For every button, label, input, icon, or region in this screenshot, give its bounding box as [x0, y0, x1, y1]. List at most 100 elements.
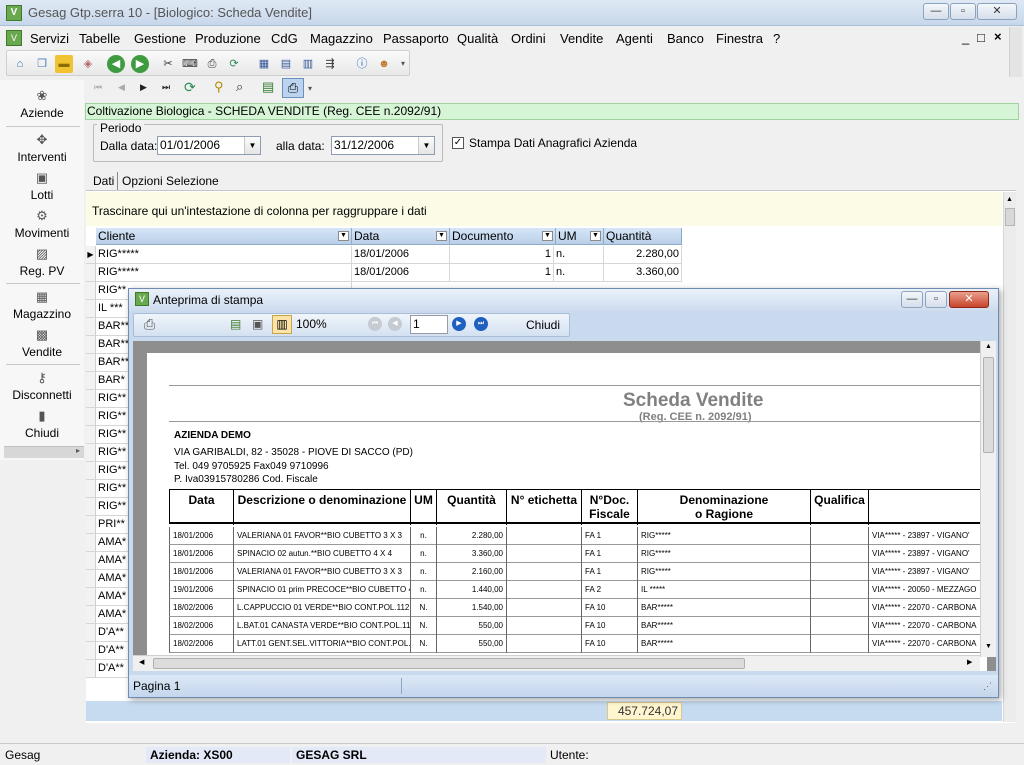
- scroll-up-icon[interactable]: ▲: [985, 343, 992, 350]
- sidebar-item-lotti[interactable]: ▣ Lotti: [0, 170, 84, 202]
- menu-produzione[interactable]: Produzione: [195, 31, 261, 46]
- page-number-input[interactable]: 1: [410, 315, 448, 334]
- menu-tabelle[interactable]: Tabelle: [79, 31, 120, 46]
- chevron-down-icon[interactable]: ▼: [590, 231, 601, 241]
- row-indicator[interactable]: [86, 300, 96, 318]
- zoom-level[interactable]: 100%: [296, 317, 327, 331]
- row-indicator[interactable]: [86, 318, 96, 336]
- tab-opzioni-selezione[interactable]: Opzioni Selezione: [122, 174, 219, 188]
- next-record-icon[interactable]: ▶: [140, 82, 147, 93]
- scroll-thumb[interactable]: [983, 357, 994, 453]
- menu-passaporto[interactable]: Passaporto: [383, 31, 449, 46]
- column-header-cliente[interactable]: Cliente ▼: [96, 228, 352, 245]
- chevron-down-icon[interactable]: ▼: [436, 231, 447, 241]
- sidebar-item-chiudi[interactable]: ▮ Chiudi: [0, 408, 84, 440]
- print-preview-icon[interactable]: ⎙: [282, 78, 304, 98]
- scroll-down-icon[interactable]: ▼: [985, 643, 992, 650]
- calendar-icon[interactable]: ▦: [255, 55, 273, 73]
- scroll-up-icon[interactable]: ▲: [1006, 196, 1013, 203]
- grid-scrollbar[interactable]: ▲: [1003, 192, 1016, 722]
- tag-icon[interactable]: ◈: [79, 55, 97, 73]
- menu-banco[interactable]: Banco: [667, 31, 704, 46]
- printer-icon[interactable]: ⎙: [203, 55, 221, 73]
- row-indicator[interactable]: [86, 588, 96, 606]
- previous-record-icon[interactable]: ◀: [118, 82, 125, 93]
- resize-grip-icon[interactable]: ⋰: [983, 681, 992, 692]
- scroll-thumb[interactable]: [1005, 208, 1015, 226]
- row-indicator[interactable]: [86, 462, 96, 480]
- preview-close-button[interactable]: ✕: [949, 291, 989, 308]
- chevron-down-icon[interactable]: ▼: [418, 137, 434, 154]
- mdi-close-button[interactable]: ×: [994, 29, 1002, 44]
- back-icon[interactable]: ◀: [107, 55, 125, 73]
- from-date-field[interactable]: 01/01/2006 ▼: [157, 136, 261, 155]
- import-icon[interactable]: ⇶: [321, 55, 339, 73]
- row-indicator[interactable]: [86, 354, 96, 372]
- table-row[interactable]: RIG***** 18/01/2006 1 n. 2.280,00: [96, 246, 682, 264]
- previous-page-icon[interactable]: ◀: [388, 317, 402, 331]
- calendar-week-icon[interactable]: ▤: [277, 55, 295, 73]
- preview-close-label[interactable]: Chiudi: [526, 318, 560, 332]
- menu-help[interactable]: ?: [773, 31, 780, 46]
- menu-ordini[interactable]: Ordini: [511, 31, 546, 46]
- row-indicator[interactable]: [86, 264, 96, 282]
- row-indicator[interactable]: [86, 606, 96, 624]
- table-row[interactable]: RIG***** 18/01/2006 1 n. 3.360,00: [96, 264, 682, 282]
- scroll-left-icon[interactable]: ◀: [139, 658, 144, 666]
- row-indicator[interactable]: [86, 480, 96, 498]
- sync-icon[interactable]: ⟳: [225, 55, 243, 73]
- column-header-documento[interactable]: Documento ▼: [450, 228, 556, 245]
- last-page-icon[interactable]: ⏭: [474, 317, 488, 331]
- sidebar-item-interventi[interactable]: ✥ Interventi: [0, 132, 84, 164]
- export-excel-icon[interactable]: ▤: [262, 79, 274, 95]
- row-indicator[interactable]: [86, 624, 96, 642]
- info-icon[interactable]: ⓘ: [353, 55, 371, 73]
- sidebar-item-vendite[interactable]: ▩ Vendite: [0, 327, 84, 359]
- menu-servizi[interactable]: Servizi: [30, 31, 69, 46]
- copy-icon[interactable]: ❐: [33, 55, 51, 73]
- menu-magazzino[interactable]: Magazzino: [310, 31, 373, 46]
- chevron-down-icon[interactable]: ▼: [244, 137, 260, 154]
- refresh-icon[interactable]: ⟳: [184, 79, 196, 96]
- row-indicator[interactable]: [86, 444, 96, 462]
- minimize-button[interactable]: —: [923, 3, 949, 20]
- row-indicator[interactable]: [86, 498, 96, 516]
- preview-vertical-scrollbar[interactable]: ▲ ▼: [980, 341, 996, 657]
- row-indicator[interactable]: [86, 534, 96, 552]
- mdi-minimize-button[interactable]: _: [962, 30, 969, 45]
- sidebar-item-movimenti[interactable]: ⚙ Movimenti: [0, 208, 84, 240]
- print-icon[interactable]: ⎙: [144, 316, 155, 333]
- keyboard-icon[interactable]: ⌨: [181, 55, 199, 73]
- filter-icon[interactable]: ⚲: [214, 79, 224, 95]
- row-indicator[interactable]: [86, 282, 96, 300]
- scroll-right-icon[interactable]: ▶: [967, 658, 972, 666]
- sidebar-item-disconnetti[interactable]: ⚷ Disconnetti: [0, 370, 84, 402]
- menu-gestione[interactable]: Gestione: [134, 31, 186, 46]
- scroll-thumb[interactable]: [153, 658, 745, 669]
- row-indicator[interactable]: [86, 408, 96, 426]
- row-indicator[interactable]: [86, 390, 96, 408]
- home-icon[interactable]: ⌂: [11, 55, 29, 73]
- folder-icon[interactable]: ▬: [55, 55, 73, 73]
- expand-icon[interactable]: ▸: [76, 446, 80, 455]
- last-record-icon[interactable]: ⏭: [162, 82, 170, 93]
- preview-maximize-button[interactable]: ▫: [925, 291, 947, 308]
- chevron-down-icon[interactable]: ▼: [542, 231, 553, 241]
- row-indicator[interactable]: [86, 660, 96, 678]
- scissors-icon[interactable]: ✂: [159, 55, 177, 73]
- sidebar-item-reg-pv[interactable]: ▨ Reg. PV: [0, 246, 84, 278]
- mdi-restore-button[interactable]: □: [977, 30, 985, 45]
- toolbar-overflow-icon[interactable]: ▾: [399, 55, 407, 73]
- users-icon[interactable]: ☻: [375, 55, 393, 73]
- group-by-area[interactable]: Trascinare qui un'intestazione di colonn…: [86, 192, 1002, 226]
- close-button[interactable]: ✕: [977, 3, 1017, 20]
- menu-scrollbar[interactable]: [1009, 27, 1022, 77]
- preview-horizontal-scrollbar[interactable]: ◀ ▶: [133, 655, 980, 671]
- menu-finestra[interactable]: Finestra: [716, 31, 763, 46]
- row-indicator[interactable]: [86, 552, 96, 570]
- sidebar-item-aziende[interactable]: ❀ Aziende: [0, 88, 84, 120]
- menu-agenti[interactable]: Agenti: [616, 31, 653, 46]
- forward-icon[interactable]: ▶: [131, 55, 149, 73]
- to-date-field[interactable]: 31/12/2006 ▼: [331, 136, 435, 155]
- row-indicator[interactable]: [86, 336, 96, 354]
